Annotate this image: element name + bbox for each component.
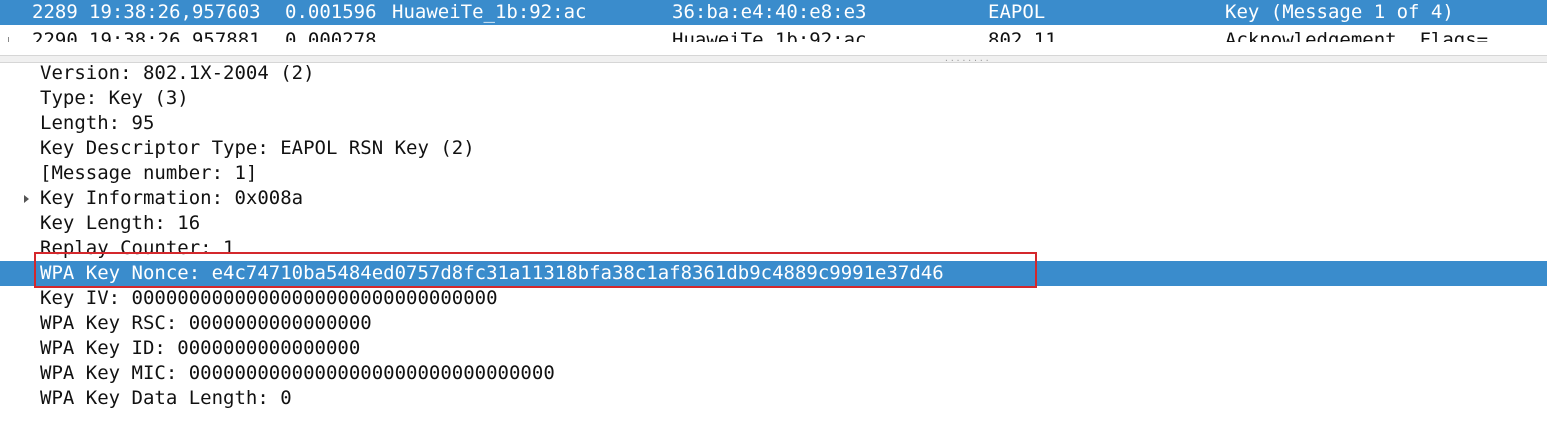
packet-delta: 0.000278 xyxy=(285,29,377,42)
packet-row-2289[interactable]: 2289 19:38:26,957603 0.001596 HuaweiTe_1… xyxy=(0,0,1547,25)
triangle-right-icon[interactable] xyxy=(24,195,29,203)
field-label: WPA Key ID: 0000000000000000 xyxy=(40,337,361,359)
field-type[interactable]: Type: Key (3) xyxy=(0,86,1547,111)
field-label: WPA Key Data Length: 0 xyxy=(40,387,292,409)
field-label: [Message number: 1] xyxy=(40,162,258,184)
packet-info: Acknowledgement, Flags= xyxy=(1225,29,1489,42)
packet-info: Key (Message 1 of 4) xyxy=(1225,1,1454,23)
field-label: Key IV: 00000000000000000000000000000000 xyxy=(40,287,498,309)
field-label: Key Descriptor Type: EAPOL RSN Key (2) xyxy=(40,137,475,159)
field-label: WPA Key Nonce: e4c74710ba5484ed0757d8fc3… xyxy=(40,262,944,284)
packet-row-2290[interactable]: 2290 19:38:26,957881 0.000278 HuaweiTe_1… xyxy=(0,28,1547,42)
packet-number: 2290 xyxy=(32,29,78,42)
packet-destination: HuaweiTe_1b:92:ac xyxy=(672,29,867,42)
field-message-number[interactable]: [Message number: 1] xyxy=(0,161,1547,186)
packet-protocol: EAPOL xyxy=(988,1,1046,23)
splitter-grip-icon: ........ xyxy=(944,54,991,63)
packet-details-tree[interactable]: Version: 802.1X-2004 (2) Type: Key (3) L… xyxy=(0,61,1547,422)
field-wpa-key-id[interactable]: WPA Key ID: 0000000000000000 xyxy=(0,336,1547,361)
field-label: WPA Key MIC: 000000000000000000000000000… xyxy=(40,362,555,384)
field-replay-counter[interactable]: Replay Counter: 1 xyxy=(0,236,1547,261)
packet-time: 19:38:26,957603 xyxy=(89,1,261,23)
field-wpa-key-rsc[interactable]: WPA Key RSC: 0000000000000000 xyxy=(0,311,1547,336)
field-label: WPA Key RSC: 0000000000000000 xyxy=(40,312,372,334)
packet-number: 2289 xyxy=(32,1,78,23)
packet-time: 19:38:26,957881 xyxy=(89,29,261,42)
field-label: Type: Key (3) xyxy=(40,87,189,109)
field-wpa-key-mic[interactable]: WPA Key MIC: 000000000000000000000000000… xyxy=(0,361,1547,386)
field-label: Length: 95 xyxy=(40,112,155,134)
packet-list[interactable]: 2289 19:38:26,957603 0.001596 HuaweiTe_1… xyxy=(0,0,1547,42)
field-length[interactable]: Length: 95 xyxy=(0,111,1547,136)
packet-protocol: 802.11 xyxy=(988,29,1057,42)
field-wpa-key-nonce[interactable]: WPA Key Nonce: e4c74710ba5484ed0757d8fc3… xyxy=(0,261,1547,286)
field-wpa-key-data-length[interactable]: WPA Key Data Length: 0 xyxy=(0,386,1547,411)
field-key-descriptor-type[interactable]: Key Descriptor Type: EAPOL RSN Key (2) xyxy=(0,136,1547,161)
field-label: Version: 802.1X-2004 (2) xyxy=(40,62,315,84)
field-key-information[interactable]: Key Information: 0x008a xyxy=(0,186,1547,211)
packet-destination: 36:ba:e4:40:e8:e3 xyxy=(672,1,867,23)
field-label: Key Information: 0x008a xyxy=(40,187,304,209)
field-key-length[interactable]: Key Length: 16 xyxy=(0,211,1547,236)
packet-delta: 0.001596 xyxy=(285,1,377,23)
packet-source: HuaweiTe_1b:92:ac xyxy=(392,1,587,23)
field-version[interactable]: Version: 802.1X-2004 (2) xyxy=(0,61,1547,86)
field-label: Replay Counter: 1 xyxy=(40,237,235,259)
field-label: Key Length: 16 xyxy=(40,212,201,234)
field-key-iv[interactable]: Key IV: 00000000000000000000000000000000 xyxy=(0,286,1547,311)
